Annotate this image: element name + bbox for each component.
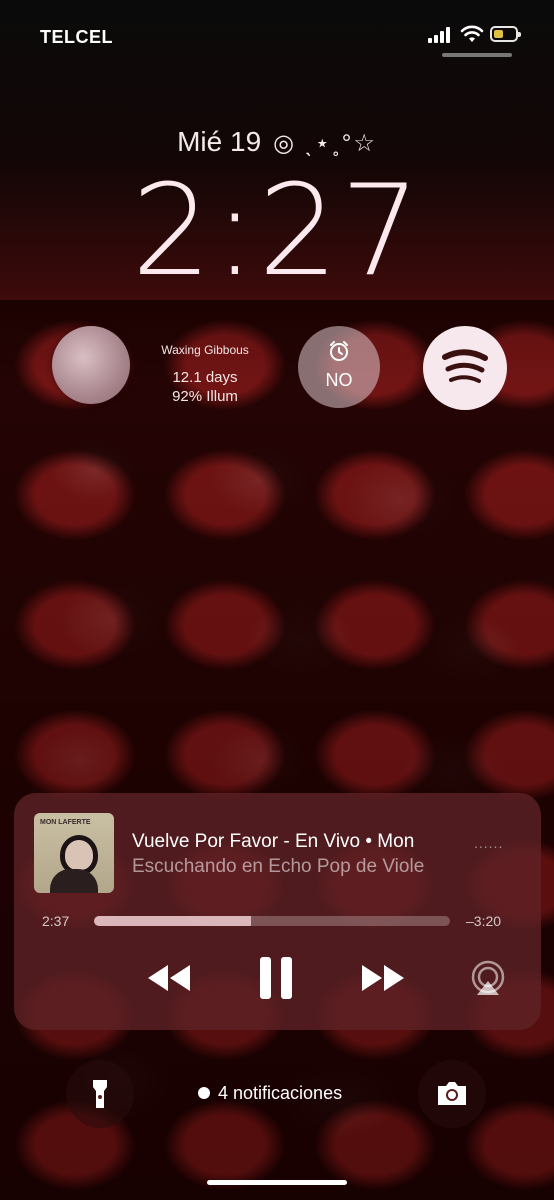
notifications-summary[interactable]: 4 notificaciones xyxy=(198,1083,342,1104)
moon-phase-label: Waxing Gibbous xyxy=(161,343,249,357)
cellular-signal-icon xyxy=(428,27,450,43)
date-label: Mié 19 xyxy=(177,126,262,157)
elapsed-time: 2:37 xyxy=(42,913,70,929)
rewind-button[interactable] xyxy=(144,961,194,995)
alarm-label: NO xyxy=(325,370,353,390)
carrier-label: TELCEL xyxy=(40,27,113,47)
track-title: Vuelve Por Favor - En Vivo • Mon xyxy=(132,831,415,852)
home-indicator[interactable] xyxy=(207,1180,347,1185)
fast-forward-button[interactable] xyxy=(358,961,408,995)
airplay-icon[interactable] xyxy=(468,959,508,999)
flashlight-button[interactable] xyxy=(66,1060,134,1128)
battery-level xyxy=(494,30,503,38)
remaining-time: –3:20 xyxy=(466,913,502,929)
moon-days-label: 12.1 days xyxy=(172,369,238,386)
lockscreen-clock[interactable]: 2:27 xyxy=(0,168,554,294)
battery-icon xyxy=(490,26,521,42)
notification-dot-icon xyxy=(198,1086,210,1099)
track-source: Escuchando en Echo Pop de Viole xyxy=(132,856,425,877)
flashlight-icon xyxy=(93,1080,107,1108)
now-playing-card[interactable]: MON LAFERTE Vuelve Por Favor - En Vivo •… xyxy=(14,793,541,1030)
moon-icon[interactable] xyxy=(52,326,130,404)
moon-widget[interactable]: Waxing Gibbous 12.1 days 92% Illum xyxy=(150,343,260,405)
spotify-widget[interactable] xyxy=(423,326,507,410)
camera-icon xyxy=(438,1082,466,1105)
notifications-label: 4 notificaciones xyxy=(218,1083,343,1103)
moon-illumination-label: 92% Illum xyxy=(172,388,238,405)
wifi-icon xyxy=(460,25,484,42)
control-center-indicator[interactable] xyxy=(442,53,512,57)
lockscreen-date[interactable]: Mié 19 ◎ ˎ⋆˳°☆ xyxy=(0,126,554,158)
alarm-clock-icon xyxy=(330,341,348,361)
pause-button[interactable] xyxy=(258,955,294,1001)
playback-scrubber[interactable] xyxy=(94,916,450,926)
date-decoration: ◎ ˎ⋆˳°☆ xyxy=(273,130,377,157)
camera-button[interactable] xyxy=(418,1060,486,1128)
album-artwork[interactable]: MON LAFERTE xyxy=(34,813,114,893)
album-title-text: MON LAFERTE xyxy=(40,819,91,826)
status-bar: TELCEL xyxy=(0,0,554,70)
playback-progress xyxy=(94,916,251,926)
more-options-dots[interactable]: ...... xyxy=(474,835,503,851)
spotify-icon xyxy=(442,349,488,383)
alarm-widget[interactable]: NO xyxy=(298,326,380,408)
